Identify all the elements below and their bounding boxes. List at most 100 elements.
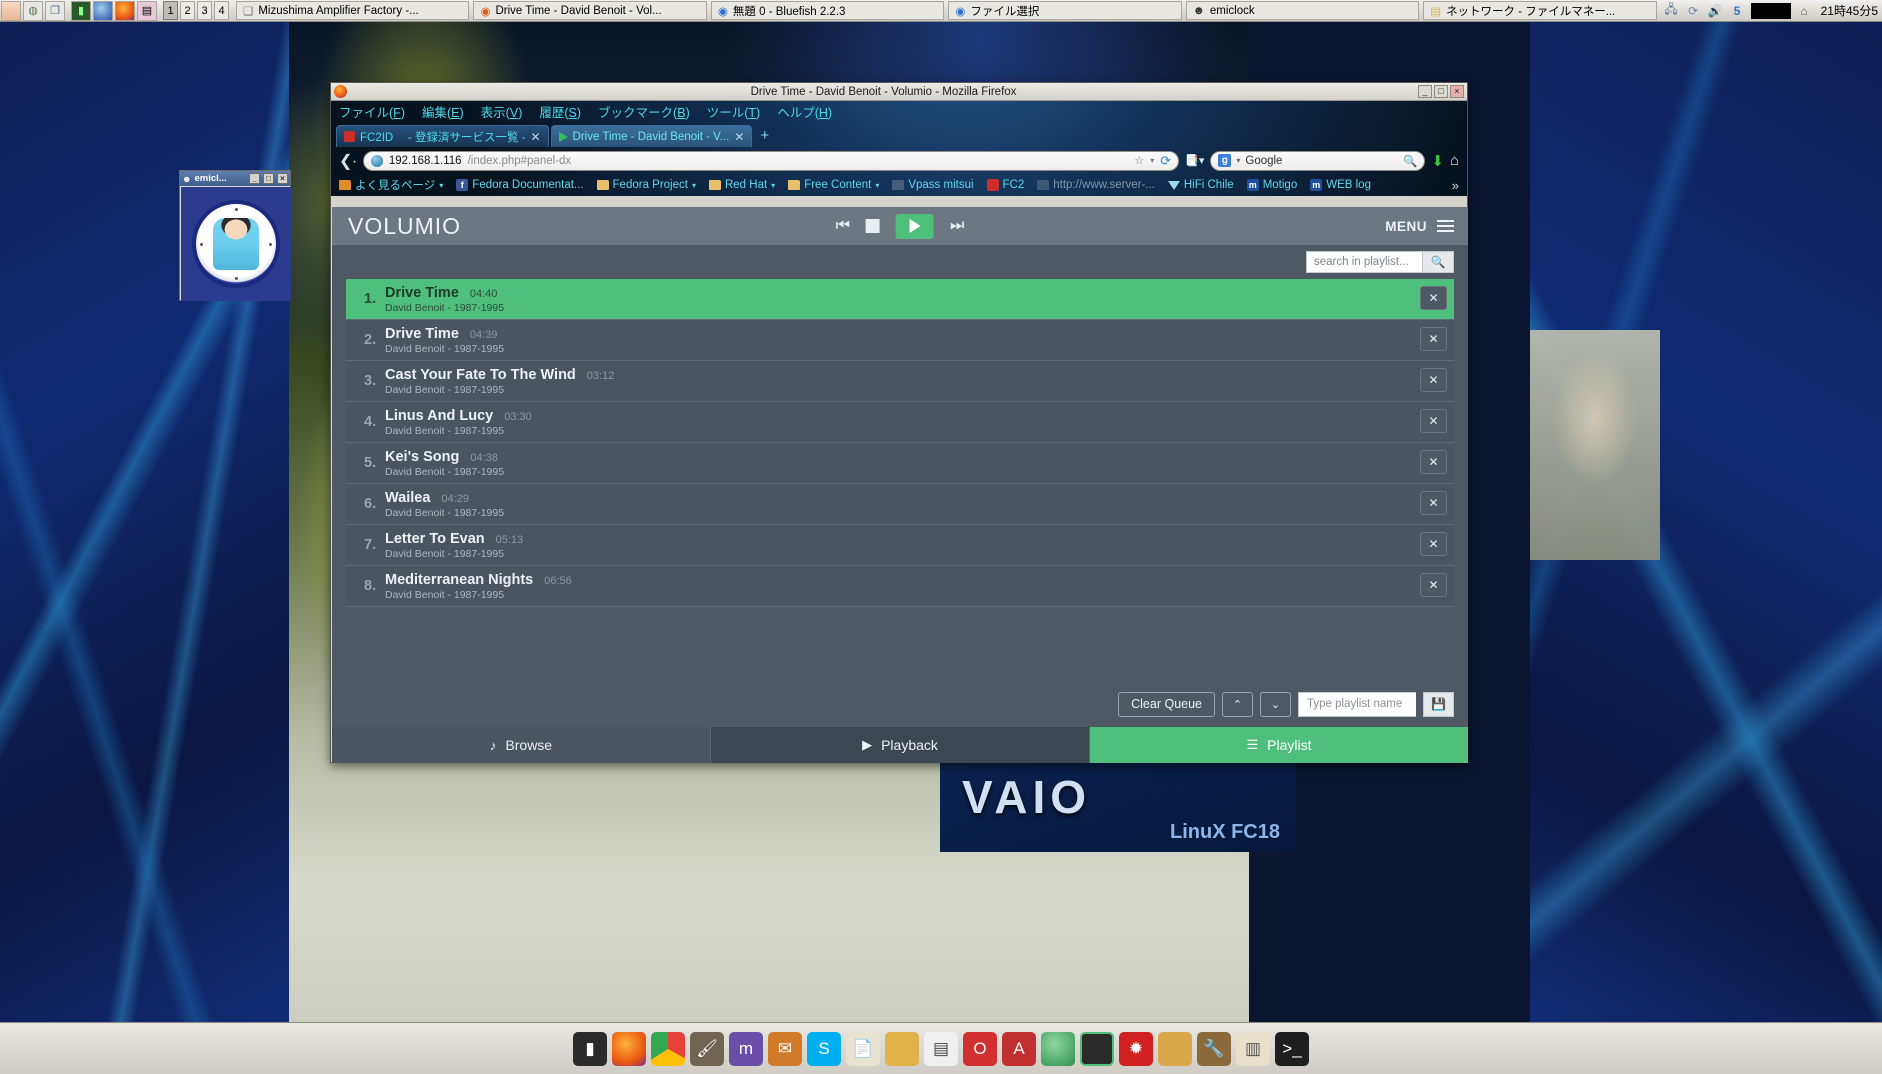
tools-icon[interactable]: 🔧 bbox=[1197, 1031, 1231, 1066]
menu-help[interactable]: ヘルプ(H) bbox=[777, 102, 832, 121]
track-row[interactable]: 4. Linus And Lucy 03:30 David Benoit - 1… bbox=[346, 402, 1454, 443]
maximize-button[interactable]: □ bbox=[1434, 85, 1448, 98]
bookmark-dropdown-icon[interactable]: 📑▾ bbox=[1185, 154, 1204, 167]
hamburger-icon[interactable] bbox=[1437, 220, 1454, 232]
desktop-switch-2[interactable]: 2 bbox=[180, 1, 195, 20]
track-row[interactable]: 1. Drive Time 04:40 David Benoit - 1987-… bbox=[346, 279, 1454, 320]
search-bar[interactable]: g ▾ Google 🔍 bbox=[1210, 150, 1426, 171]
desktop-switch-3[interactable]: 3 bbox=[197, 1, 212, 20]
chevron-down-icon[interactable]: ▾ bbox=[1150, 156, 1154, 165]
playlist-track-list[interactable]: 1. Drive Time 04:40 David Benoit - 1987-… bbox=[332, 279, 1468, 681]
new-tab-button[interactable]: + bbox=[754, 127, 775, 147]
menu-button[interactable]: MENU bbox=[1385, 219, 1454, 234]
tab-playback[interactable]: ▶ Playback bbox=[711, 727, 1090, 763]
bookmark-item[interactable]: Free Content ▾ bbox=[788, 179, 879, 191]
remove-track-button[interactable]: ✕ bbox=[1420, 573, 1447, 597]
desktop-switch-1[interactable]: 1 bbox=[163, 1, 178, 20]
folder-icon[interactable] bbox=[885, 1031, 919, 1066]
bookmark-item[interactable]: HiFi Chile bbox=[1167, 179, 1234, 191]
url-bar[interactable]: 192.168.1.116/index.php#panel-dx ☆ ▾ ⟳ bbox=[362, 150, 1180, 171]
track-row[interactable]: 3. Cast Your Fate To The Wind 03:12 Davi… bbox=[346, 361, 1454, 402]
task-button[interactable]: ▤ ネットワーク - ファイルマネー... bbox=[1423, 1, 1657, 20]
image-icon[interactable]: ▤ bbox=[137, 0, 157, 21]
desktop-switch-4[interactable]: 4 bbox=[214, 1, 229, 20]
files-icon[interactable]: ▥ bbox=[1236, 1031, 1270, 1066]
search-playlist-input[interactable]: search in playlist... bbox=[1306, 251, 1422, 273]
menu-bookmarks[interactable]: ブックマーク(B) bbox=[598, 102, 690, 121]
playlist-name-input[interactable]: Type playlist name bbox=[1298, 691, 1416, 717]
terminal-icon[interactable]: ▮ bbox=[71, 0, 91, 21]
black-applet[interactable] bbox=[1750, 2, 1791, 19]
search-engine-caret[interactable]: ▾ bbox=[1236, 156, 1240, 165]
mail-icon[interactable]: ✉ bbox=[768, 1031, 802, 1066]
search-input[interactable]: Google bbox=[1245, 155, 1282, 167]
reload-icon[interactable]: ⟳ bbox=[1160, 153, 1171, 169]
task-button[interactable]: ❏ Mizushima Amplifier Factory -... bbox=[236, 1, 470, 20]
track-row[interactable]: 5. Kei's Song 04:38 David Benoit - 1987-… bbox=[346, 443, 1454, 484]
menu-edit[interactable]: 編集(E) bbox=[422, 102, 464, 121]
search-icon[interactable]: 🔍 bbox=[1403, 154, 1417, 168]
bookmark-item[interactable]: Fedora Project ▾ bbox=[596, 179, 696, 191]
firefox-titlebar[interactable]: Drive Time - David Benoit - Volumio - Mo… bbox=[331, 83, 1467, 101]
folder2-icon[interactable] bbox=[1158, 1031, 1192, 1066]
windows-icon[interactable]: ❐ bbox=[45, 0, 65, 21]
menu-tools[interactable]: ツール(T) bbox=[707, 102, 760, 121]
close-icon[interactable]: ✕ bbox=[530, 130, 540, 144]
terminal-icon[interactable]: ▮ bbox=[573, 1031, 607, 1066]
globe-icon[interactable] bbox=[1041, 1031, 1075, 1066]
remove-track-button[interactable]: ✕ bbox=[1420, 286, 1447, 310]
globe-icon[interactable] bbox=[93, 0, 113, 21]
bookmarks-overflow-button[interactable]: » bbox=[1452, 178, 1459, 193]
bookmark-item[interactable]: f Fedora Documentat... bbox=[456, 179, 584, 191]
clear-queue-button[interactable]: Clear Queue bbox=[1118, 691, 1215, 717]
volume-icon[interactable]: 🔊 bbox=[1707, 2, 1724, 19]
music-icon[interactable]: m bbox=[729, 1031, 763, 1066]
remove-track-button[interactable]: ✕ bbox=[1420, 368, 1447, 392]
console-icon[interactable]: >_ bbox=[1275, 1031, 1309, 1066]
adobe-icon[interactable]: A bbox=[1002, 1031, 1036, 1066]
network-icon[interactable]: 🖧 bbox=[1663, 2, 1680, 19]
volumio-icon[interactable] bbox=[1080, 1031, 1114, 1066]
task-button[interactable]: ◉ ファイル選択 bbox=[948, 1, 1182, 20]
remove-track-button[interactable]: ✕ bbox=[1420, 327, 1447, 351]
track-row[interactable]: 7. Letter To Evan 05:13 David Benoit - 1… bbox=[346, 525, 1454, 566]
bookmark-item[interactable]: Red Hat ▾ bbox=[708, 179, 775, 191]
skype-icon[interactable]: S bbox=[807, 1031, 841, 1066]
close-button[interactable]: × bbox=[1450, 85, 1464, 98]
opera-icon[interactable]: O bbox=[963, 1031, 997, 1066]
stop-icon[interactable] bbox=[866, 219, 880, 233]
update-icon[interactable]: ⟳ bbox=[1685, 2, 1702, 19]
menu-view[interactable]: 表示(V) bbox=[481, 102, 523, 121]
previous-icon[interactable]: ⏮ bbox=[836, 217, 850, 235]
gimp-icon[interactable]: 🖌 bbox=[690, 1031, 724, 1066]
sort-up-button[interactable]: ⌃ bbox=[1222, 691, 1253, 717]
bookmark-item[interactable]: m WEB log bbox=[1310, 179, 1371, 191]
task-button[interactable]: ◉ 無題 0 - Bluefish 2.2.3 bbox=[710, 1, 945, 20]
remove-track-button[interactable]: ✕ bbox=[1420, 450, 1447, 474]
search-icon[interactable]: 🔍 bbox=[1422, 251, 1454, 273]
notes-icon[interactable]: 📄 bbox=[846, 1031, 880, 1066]
sunrise-icon[interactable]: ✹ bbox=[1119, 1031, 1153, 1066]
document-icon[interactable]: ▤ bbox=[924, 1031, 958, 1066]
anime-icon[interactable] bbox=[1, 0, 21, 21]
track-row[interactable]: 6. Wailea 04:29 David Benoit - 1987-1995… bbox=[346, 484, 1454, 525]
emiclock-window[interactable]: ☻ emicl... _ □ × bbox=[179, 170, 291, 301]
sort-down-button[interactable]: ⌄ bbox=[1260, 691, 1291, 717]
browser-tab-volumio[interactable]: Drive Time - David Benoit - V... ✕ bbox=[550, 125, 753, 147]
play-button[interactable] bbox=[896, 213, 934, 239]
remove-track-button[interactable]: ✕ bbox=[1420, 491, 1447, 515]
bookmark-item[interactable]: よく見るページ ▾ bbox=[339, 177, 443, 193]
maximize-button[interactable]: □ bbox=[263, 173, 274, 184]
tab-playlist[interactable]: ☰ Playlist bbox=[1090, 727, 1468, 763]
next-icon[interactable]: ⏭ bbox=[950, 217, 964, 235]
track-row[interactable]: 8. Mediterranean Nights 06:56 David Beno… bbox=[346, 566, 1454, 607]
remove-track-button[interactable]: ✕ bbox=[1420, 409, 1447, 433]
clock[interactable]: 21時45分5 bbox=[1818, 2, 1878, 19]
back-icon[interactable]: ❮∙ bbox=[339, 151, 357, 171]
downloads-icon[interactable]: ⬇ bbox=[1431, 152, 1444, 170]
close-icon[interactable]: ✕ bbox=[734, 130, 744, 144]
bookmark-item[interactable]: FC2 bbox=[986, 179, 1024, 191]
firefox-icon[interactable] bbox=[612, 1031, 646, 1066]
bookmark-item[interactable]: m Motigo bbox=[1246, 179, 1297, 191]
remove-track-button[interactable]: ✕ bbox=[1420, 532, 1447, 556]
